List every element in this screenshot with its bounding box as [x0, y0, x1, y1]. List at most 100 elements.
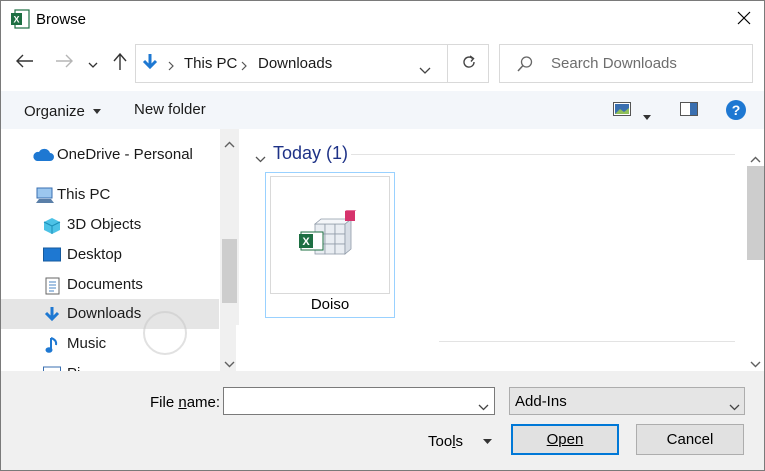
scroll-thumb[interactable]: [222, 239, 237, 303]
breadcrumb-this-pc[interactable]: This PC: [184, 55, 237, 72]
command-toolbar: Organize New folder ?: [1, 91, 764, 129]
label-accelerator: n: [178, 394, 187, 411]
sidebar-item-this-pc[interactable]: This PC: [1, 180, 219, 210]
close-icon: [737, 11, 751, 29]
chevron-down-icon: [419, 61, 431, 78]
recent-locations-button[interactable]: [83, 50, 103, 76]
view-icon: [613, 102, 631, 120]
scroll-thumb[interactable]: [747, 166, 764, 260]
group-divider: [351, 154, 735, 155]
document-icon: [45, 277, 63, 295]
scroll-up-icon[interactable]: [750, 150, 761, 167]
sidebar-item-desktop[interactable]: Desktop: [1, 240, 219, 270]
browse-dialog: X Browse This PC Downloads Search Downlo…: [0, 0, 765, 471]
label-part: ame:: [186, 394, 221, 411]
file-item[interactable]: X Doiso: [265, 172, 395, 318]
group-header: Today (1): [273, 143, 349, 163]
help-icon: ?: [725, 100, 747, 125]
dialog-footer: File name: Add-Ins Tools Open Cancel: [1, 371, 764, 470]
caret-down-icon: [93, 101, 102, 118]
label-part: File: [150, 394, 179, 411]
file-name-label: File name:: [150, 394, 220, 411]
address-dropdown-button[interactable]: [419, 61, 431, 78]
chevron-down-icon: [255, 150, 266, 167]
search-box[interactable]: Search Downloads: [499, 44, 753, 83]
sidebar-item-label: Downloads: [67, 305, 142, 322]
file-list-scrollbar[interactable]: [745, 129, 764, 371]
excel-addin-icon: X: [299, 209, 361, 266]
search-input[interactable]: Search Downloads: [551, 55, 677, 72]
back-arrow-icon: [16, 54, 34, 72]
breadcrumb-separator-icon: [168, 58, 174, 75]
svg-text:?: ?: [732, 102, 741, 118]
refresh-button[interactable]: [447, 44, 489, 83]
file-type-select[interactable]: Add-Ins: [509, 387, 745, 415]
window-title: Browse: [36, 11, 87, 28]
organize-label: Organize: [24, 103, 85, 120]
desktop-icon: [43, 247, 61, 265]
sidebar-item-label: This PC: [57, 186, 111, 203]
sidebar-item-label: Documents: [67, 276, 143, 293]
sidebar-item-label: Music: [67, 335, 107, 352]
svg-text:X: X: [302, 236, 310, 248]
excel-icon: X: [10, 9, 30, 29]
organize-button[interactable]: Organize: [24, 101, 102, 120]
svg-text:X: X: [13, 15, 19, 25]
title-bar: X Browse: [1, 1, 764, 39]
label-part: s: [455, 433, 464, 450]
file-name: Doiso: [310, 296, 350, 313]
sidebar-item-documents[interactable]: Documents: [1, 270, 219, 300]
up-button[interactable]: [107, 51, 133, 77]
cloud-icon: [32, 148, 54, 166]
sidebar-item-label: Desktop: [67, 246, 123, 263]
breadcrumb-separator-icon: [241, 58, 247, 75]
view-options-button[interactable]: [643, 107, 651, 124]
sidebar-item-downloads[interactable]: Downloads: [1, 299, 219, 329]
computer-icon: [35, 187, 54, 205]
caret-down-icon: [483, 431, 493, 448]
sidebar-item-label: 3D Objects: [67, 216, 142, 233]
forward-arrow-icon: [55, 54, 73, 72]
tooltip-overlay: [236, 325, 439, 374]
cube-icon: [43, 217, 61, 235]
address-bar[interactable]: This PC Downloads: [135, 44, 489, 83]
sidebar-item-label: OneDrive - Personal: [57, 146, 193, 163]
chevron-down-icon: [88, 55, 98, 72]
cancel-button[interactable]: Cancel: [636, 424, 744, 455]
preview-pane-button[interactable]: [680, 102, 698, 120]
change-view-button[interactable]: [613, 102, 631, 120]
navigation-pane: OneDrive - Personal This PC 3D Objects D…: [1, 129, 239, 371]
file-type-value: Add-Ins: [515, 393, 567, 410]
open-button[interactable]: Open: [511, 424, 619, 455]
refresh-icon: [461, 54, 477, 74]
back-button[interactable]: [12, 50, 38, 76]
file-name-dropdown-button[interactable]: [478, 398, 489, 415]
new-folder-button[interactable]: New folder: [134, 101, 206, 118]
label-part: Too: [428, 433, 453, 450]
chevron-down-icon: [729, 398, 740, 415]
group-collapse-button[interactable]: [255, 150, 266, 167]
scroll-down-icon[interactable]: [750, 355, 761, 371]
sidebar-item-onedrive[interactable]: OneDrive - Personal: [1, 140, 219, 170]
up-arrow-icon: [113, 52, 127, 75]
file-thumbnail: X: [270, 176, 390, 294]
sidebar-item-3d-objects[interactable]: 3D Objects: [1, 210, 219, 240]
downloads-icon: [43, 306, 61, 324]
tools-button[interactable]: Tools: [428, 431, 493, 450]
loading-spinner-icon: [143, 311, 187, 355]
scroll-up-icon[interactable]: [224, 135, 235, 152]
close-button[interactable]: [723, 3, 764, 37]
scroll-down-icon[interactable]: [224, 355, 235, 371]
preview-pane-icon: [680, 102, 698, 120]
help-button[interactable]: ?: [725, 99, 747, 125]
music-icon: [45, 336, 63, 354]
caret-down-icon: [643, 107, 651, 124]
forward-button[interactable]: [51, 50, 77, 76]
open-label: Open: [546, 431, 584, 448]
chevron-down-icon: [478, 398, 489, 415]
file-name-field[interactable]: [223, 387, 495, 415]
breadcrumb-downloads[interactable]: Downloads: [258, 55, 332, 72]
downloads-icon: [141, 53, 159, 77]
search-icon: [516, 55, 534, 77]
sidebar-item-pictures[interactable]: Pi: [1, 359, 219, 371]
